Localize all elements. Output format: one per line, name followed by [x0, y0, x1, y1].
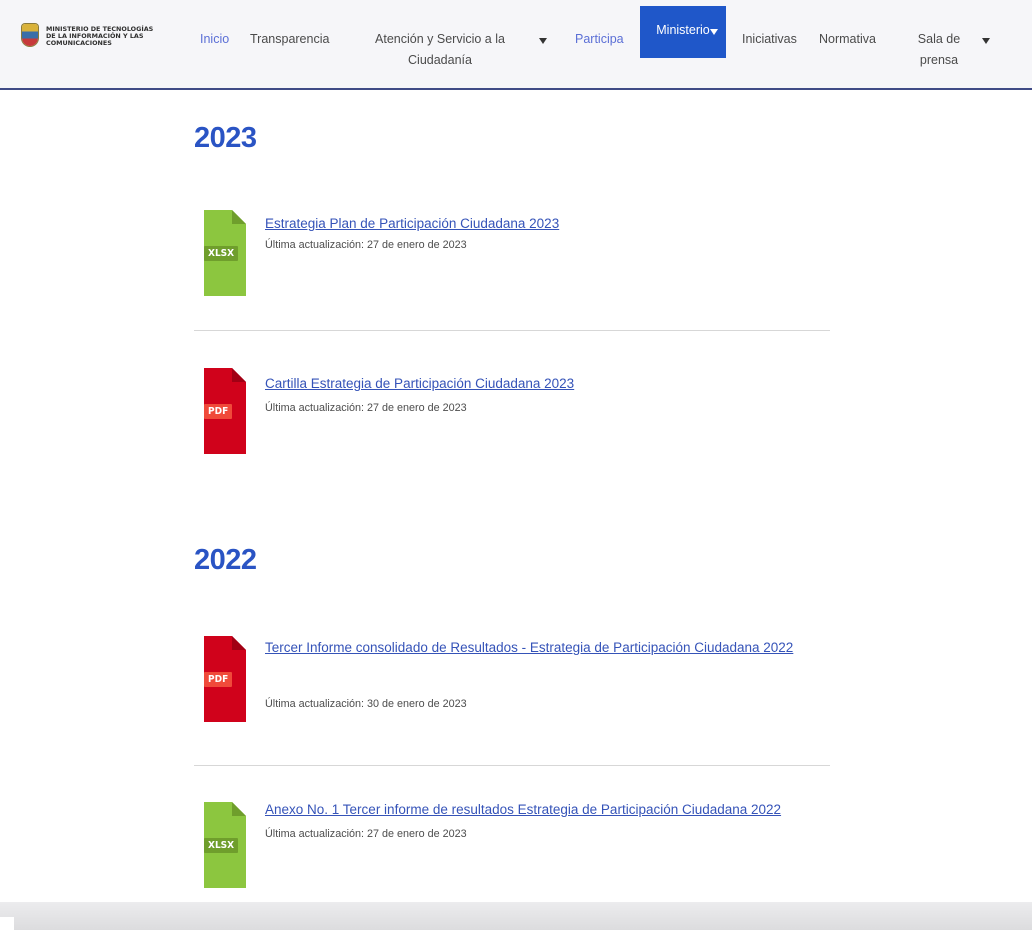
document-link[interactable]: Anexo No. 1 Tercer informe de resultados…	[265, 798, 781, 821]
nav-item-ministerio[interactable]: Ministerio	[640, 6, 726, 58]
browser-bottom-edge	[0, 902, 1032, 930]
file-type-label: PDF	[204, 404, 233, 419]
document-last-updated: Última actualización: 27 de enero de 202…	[265, 239, 467, 251]
pdf-file-icon[interactable]: PDF	[204, 636, 246, 722]
document-item: XLSX Estrategia Plan de Participación Ci…	[194, 206, 830, 302]
divider	[194, 765, 830, 766]
document-link[interactable]: Tercer Informe consolidado de Resultados…	[265, 636, 825, 659]
ministry-logo-text: MINISTERIO DE TECNOLOGÍAS DE LA INFORMAC…	[46, 25, 154, 48]
file-type-label: XLSX	[204, 246, 239, 261]
file-type-label: PDF	[204, 672, 233, 687]
browser-corner	[0, 917, 14, 930]
colombia-coat-of-arms-icon	[22, 24, 38, 46]
xlsx-file-icon[interactable]: XLSX	[204, 210, 246, 296]
ministry-logo[interactable]: MINISTERIO DE TECNOLOGÍAS DE LA INFORMAC…	[14, 18, 177, 63]
nav-item-sala-de-prensa[interactable]: Sala de prensa	[913, 29, 965, 71]
document-link[interactable]: Estrategia Plan de Participación Ciudada…	[265, 212, 559, 235]
document-last-updated: Última actualización: 27 de enero de 202…	[265, 828, 467, 840]
document-item: PDF Tercer Informe consolidado de Result…	[194, 632, 830, 728]
file-type-label: XLSX	[204, 838, 239, 853]
xlsx-file-icon[interactable]: XLSX	[204, 802, 246, 888]
document-item: XLSX Anexo No. 1 Tercer informe de resul…	[194, 800, 830, 896]
top-navigation-bar: MINISTERIO DE TECNOLOGÍAS DE LA INFORMAC…	[0, 0, 1032, 90]
document-last-updated: Última actualización: 30 de enero de 202…	[265, 698, 467, 710]
documents-content: 2023 XLSX Estrategia Plan de Participaci…	[0, 92, 1032, 928]
nav-item-normativa[interactable]: Normativa	[819, 29, 876, 50]
divider	[194, 330, 830, 331]
document-item: PDF Cartilla Estrategia de Participación…	[194, 364, 830, 460]
chevron-down-icon	[710, 29, 718, 35]
nav-item-inicio[interactable]: Inicio	[200, 29, 229, 50]
document-last-updated: Última actualización: 27 de enero de 202…	[265, 402, 467, 414]
nav-item-transparencia[interactable]: Transparencia	[250, 29, 329, 50]
nav-item-atencion-ciudadania[interactable]: Atención y Servicio a la Ciudadanía	[370, 29, 510, 71]
document-link[interactable]: Cartilla Estrategia de Participación Ciu…	[265, 372, 574, 395]
section-year-heading: 2023	[194, 122, 257, 154]
section-year-heading: 2022	[194, 544, 257, 576]
nav-item-ministerio-label: Ministerio	[656, 23, 710, 37]
chevron-down-icon[interactable]	[539, 38, 547, 44]
nav-item-iniciativas[interactable]: Iniciativas	[742, 29, 797, 50]
pdf-file-icon[interactable]: PDF	[204, 368, 246, 454]
chevron-down-icon[interactable]	[982, 38, 990, 44]
nav-item-participa[interactable]: Participa	[575, 29, 624, 50]
